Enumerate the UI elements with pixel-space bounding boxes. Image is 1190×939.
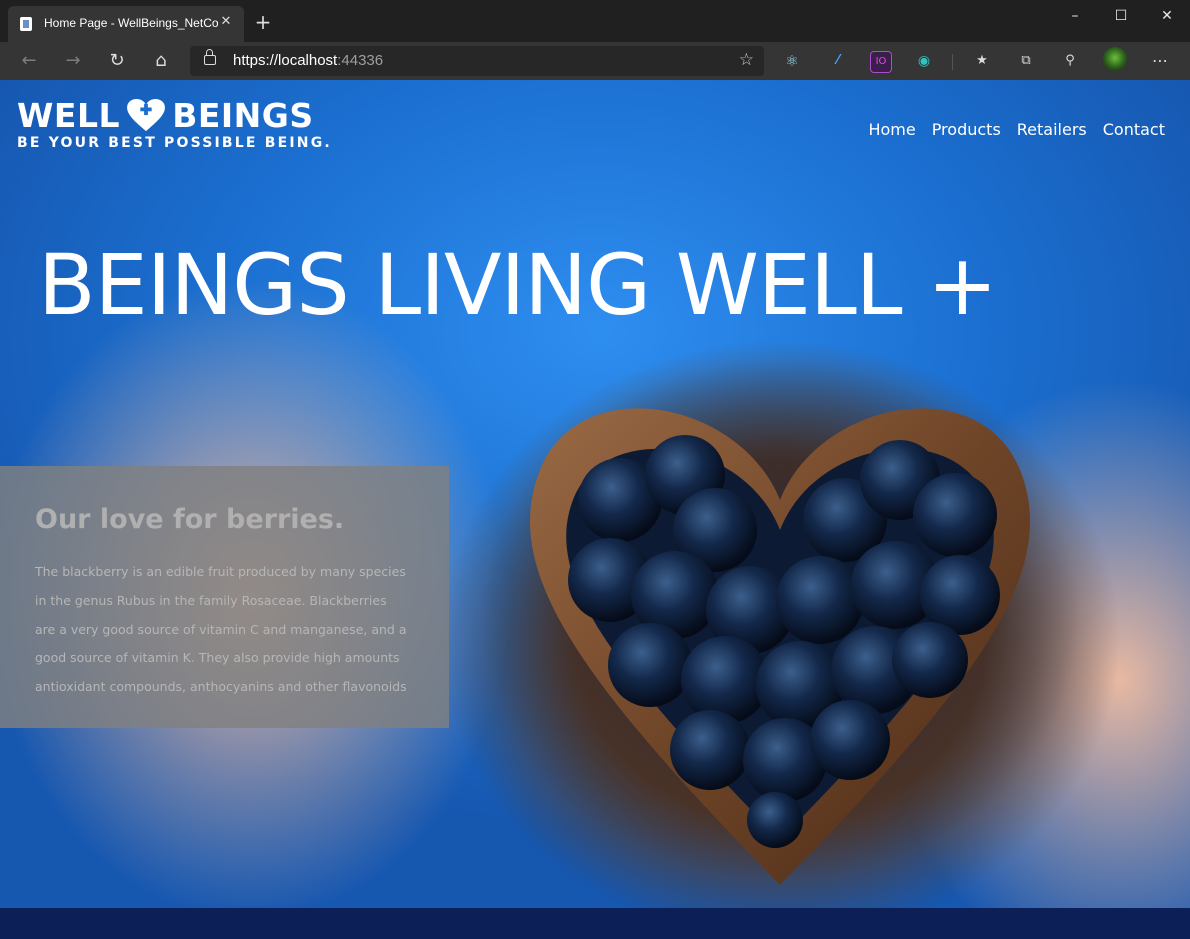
lock-icon[interactable] <box>204 49 216 65</box>
browser-toolbar: ← → ↻ ⌂ https://localhost:44336 ☆ ⚛ ⁄ IO… <box>0 42 1190 80</box>
footer-bar <box>0 908 1190 939</box>
page-favicon-icon <box>20 17 32 31</box>
hero-title: BEINGS LIVING WELL + <box>38 236 998 334</box>
home-icon[interactable]: ⌂ <box>148 48 174 74</box>
minimize-button[interactable]: – <box>1052 0 1098 32</box>
heart-bowl-image <box>530 408 1030 885</box>
extension-io-icon[interactable]: IO <box>870 51 892 73</box>
browser-tab-active[interactable]: Home Page - WellBeings_NetCor ✕ <box>8 6 244 42</box>
more-icon[interactable]: ⋯ <box>1150 51 1170 71</box>
profile-avatar[interactable] <box>1103 47 1127 71</box>
extension-feather-icon[interactable]: ⁄ <box>828 51 848 71</box>
address-bar[interactable]: https://localhost:44336 ☆ <box>190 46 764 76</box>
favorite-star-icon[interactable]: ☆ <box>739 50 754 70</box>
site-tagline: BE YOUR BEST POSSIBLE BEING. <box>17 135 332 151</box>
collections-icon[interactable]: ⧉ <box>1016 51 1036 71</box>
nav-retailers-link[interactable]: Retailers <box>1017 120 1087 139</box>
close-tab-icon[interactable]: ✕ <box>216 12 236 32</box>
info-title: Our love for berries. <box>35 504 345 535</box>
favorites-icon[interactable]: ★ <box>972 51 992 71</box>
nav-products-link[interactable]: Products <box>932 120 1001 139</box>
tab-title: Home Page - WellBeings_NetCor <box>44 16 218 30</box>
react-devtools-icon[interactable]: ⚛ <box>782 51 802 71</box>
refresh-icon[interactable]: ↻ <box>104 48 130 74</box>
logo-well: WELL <box>17 96 120 135</box>
hero-section: WELL BEINGS BE YOUR BEST POSSIBLE BEING.… <box>0 80 1190 939</box>
logo-beings: BEINGS <box>172 96 314 135</box>
site-nav: Home Products Retailers Contact <box>868 120 1165 139</box>
url-text[interactable]: https://localhost:44336 <box>233 52 383 69</box>
info-body: The blackberry is an edible fruit produc… <box>35 564 407 695</box>
back-arrow-icon[interactable]: ← <box>16 48 42 74</box>
info-panel: Our love for berries. The blackberry is … <box>0 466 449 728</box>
heart-plus-icon <box>127 98 165 131</box>
forward-arrow-icon[interactable]: → <box>60 48 86 74</box>
new-tab-button[interactable]: + <box>252 12 274 34</box>
site-logo[interactable]: WELL BEINGS <box>17 96 314 135</box>
extension-circle-icon[interactable]: ◉ <box>914 51 934 71</box>
maximize-button[interactable]: ☐ <box>1098 0 1144 32</box>
close-window-button[interactable]: ✕ <box>1144 0 1190 32</box>
feedback-icon[interactable]: ⚲ <box>1060 51 1080 71</box>
toolbar-divider <box>952 54 953 70</box>
nav-home-link[interactable]: Home <box>868 120 915 139</box>
nav-contact-link[interactable]: Contact <box>1103 120 1165 139</box>
browser-titlebar: Home Page - WellBeings_NetCor ✕ + – ☐ ✕ <box>0 0 1190 42</box>
